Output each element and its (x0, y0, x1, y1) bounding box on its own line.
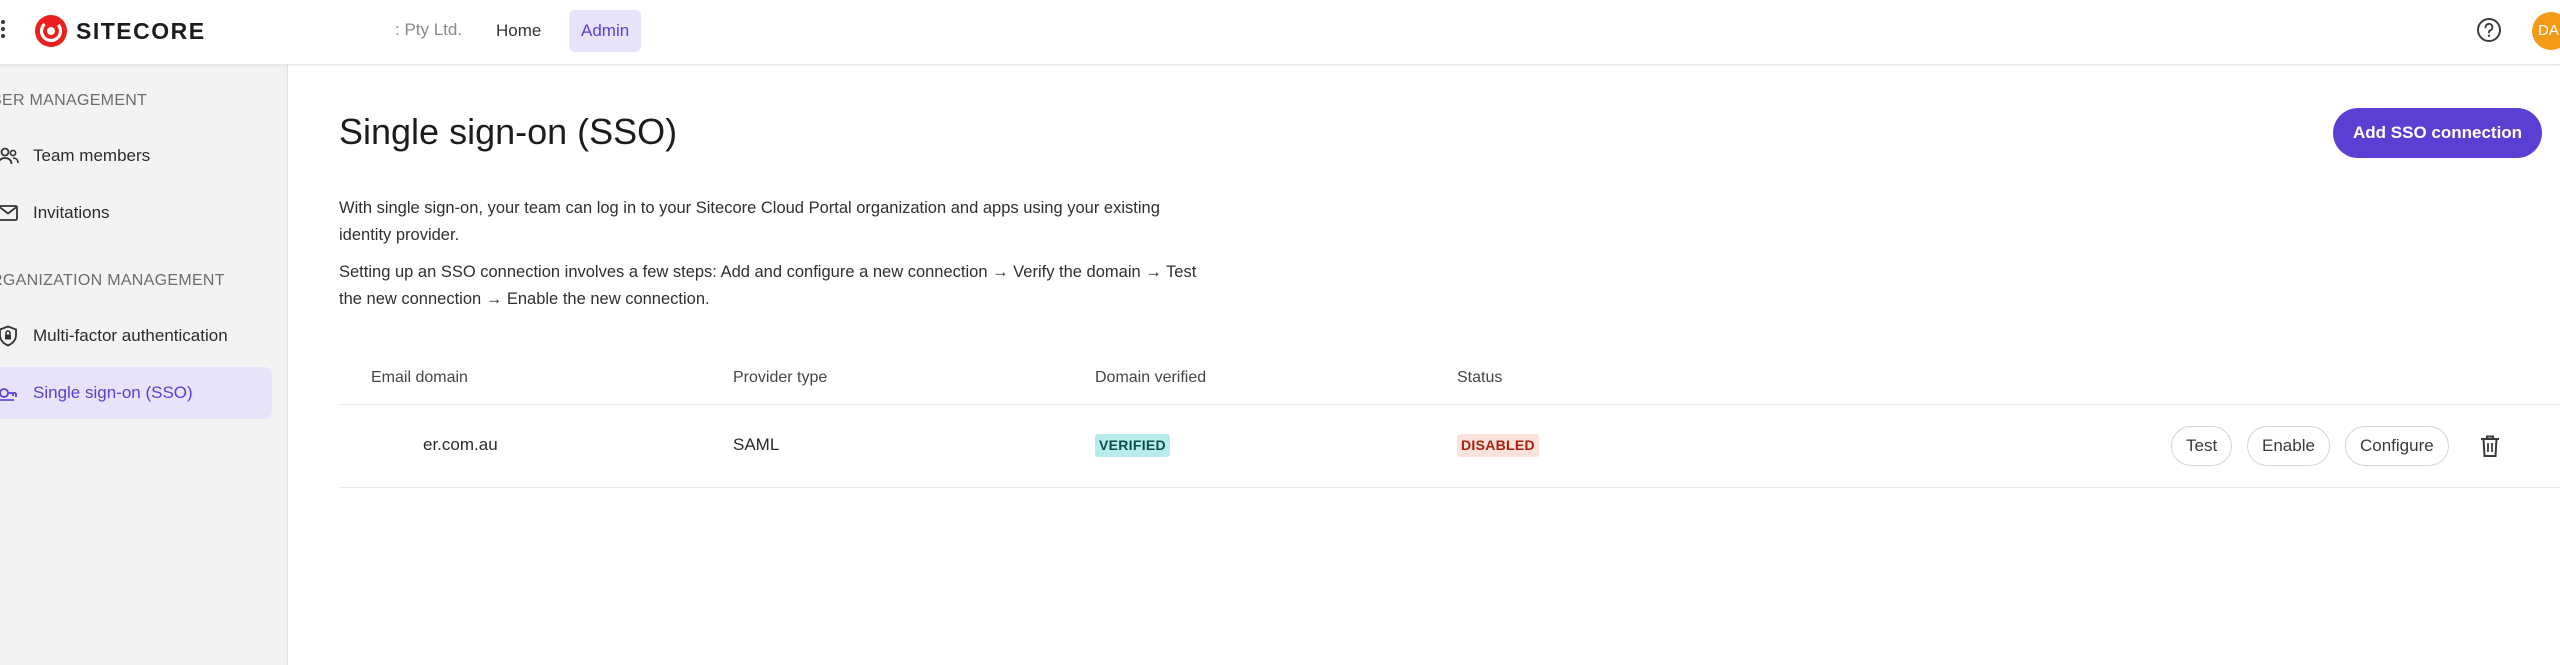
sidebar-item-label: Invitations (33, 203, 110, 222)
page-title: Single sign-on (SSO) (339, 111, 678, 152)
sidebar-item-label: Single sign-on (SSO) (33, 383, 193, 402)
people-icon (0, 147, 19, 165)
help-icon[interactable] (2476, 17, 2502, 43)
sidebar-item-multi-factor-authentication[interactable]: Multi-factor authentication (0, 310, 272, 362)
logo-text: SITECORE (76, 17, 206, 44)
column-header-email-domain[interactable]: Email domain (371, 369, 468, 387)
column-header-provider-type[interactable]: Provider type (733, 369, 827, 387)
table-header: Email domain Provider type Domain verifi… (339, 353, 2560, 405)
description-steps: Setting up an SSO connection involves a … (339, 263, 1197, 308)
status-badge: DISABLED (1457, 434, 1539, 457)
sidebar: SER MANAGEMENT Team members Invitations … (0, 65, 288, 665)
app-switcher-icon[interactable] (0, 20, 10, 42)
main-content: Single sign-on (SSO) Add SSO connection … (288, 65, 2560, 665)
sidebar-item-team-members[interactable]: Team members (0, 130, 272, 182)
nav-admin[interactable]: Admin (569, 10, 642, 52)
delete-icon[interactable] (2479, 434, 2501, 458)
column-header-status[interactable]: Status (1457, 369, 1502, 387)
sidebar-section-user-management: SER MANAGEMENT (0, 92, 148, 109)
add-sso-connection-button[interactable]: Add SSO connection (2333, 108, 2543, 158)
key-cloud-icon (0, 388, 17, 401)
verified-badge: VERIFIED (1095, 434, 1170, 457)
envelope-icon (0, 205, 18, 221)
sidebar-item-invitations[interactable]: Invitations (0, 187, 272, 239)
organization-name: : Pty Ltd. (395, 20, 463, 39)
enable-button[interactable]: Enable (2247, 426, 2330, 466)
sitecore-logo[interactable]: SITECORE (34, 14, 206, 48)
sitecore-logo-icon (35, 15, 67, 47)
table-row: er.com.au SAML VERIFIED DISABLED Test En… (339, 405, 2560, 488)
column-header-domain-verified[interactable]: Domain verified (1095, 369, 1206, 387)
sidebar-section-organization-management: RGANIZATION MANAGEMENT (0, 272, 225, 289)
user-avatar[interactable]: DA (2532, 12, 2560, 50)
shield-lock-icon (0, 325, 17, 347)
email-domain-cell: er.com.au (423, 435, 498, 454)
description-intro: With single sign-on, your team can log i… (339, 199, 1160, 244)
top-bar: SITECORE : Pty Ltd. Home Admin DA (0, 0, 2560, 65)
sso-connections-table: Email domain Provider type Domain verifi… (339, 353, 2560, 488)
sidebar-item-single-sign-on[interactable]: Single sign-on (SSO) (0, 367, 272, 419)
test-button[interactable]: Test (2171, 426, 2233, 466)
configure-button[interactable]: Configure (2345, 426, 2449, 466)
nav-home[interactable]: Home (484, 10, 553, 52)
provider-type-cell: SAML (733, 435, 780, 454)
sidebar-item-label: Multi-factor authentication (33, 326, 228, 345)
sidebar-item-label: Team members (33, 146, 151, 165)
